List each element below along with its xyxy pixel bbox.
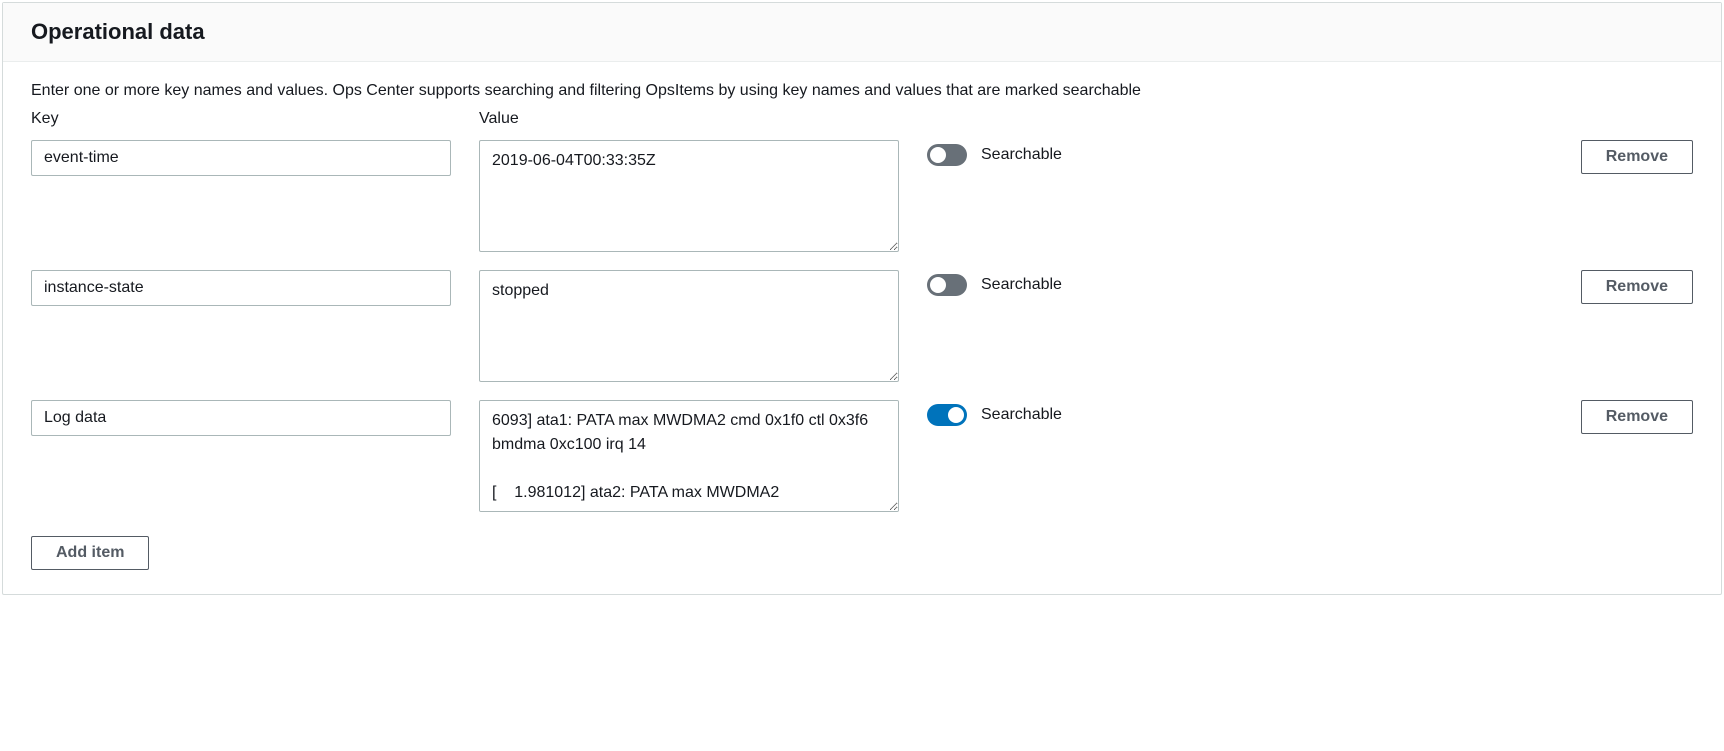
panel-description: Enter one or more key names and values. … xyxy=(31,82,1693,100)
searchable-toggle[interactable] xyxy=(927,404,967,426)
value-textarea[interactable] xyxy=(479,400,899,512)
add-item-button[interactable]: Add item xyxy=(31,536,149,570)
searchable-label: Searchable xyxy=(981,146,1062,164)
panel-body: Enter one or more key names and values. … xyxy=(3,62,1721,594)
searchable-label: Searchable xyxy=(981,276,1062,294)
remove-button[interactable]: Remove xyxy=(1581,400,1693,434)
panel-title: Operational data xyxy=(31,19,1693,45)
value-textarea[interactable] xyxy=(479,270,899,382)
searchable-toggle[interactable] xyxy=(927,144,967,166)
searchable-toggle-group: Searchable xyxy=(927,140,1227,166)
value-textarea[interactable] xyxy=(479,140,899,252)
data-row: Searchable Remove xyxy=(31,140,1693,252)
key-input[interactable] xyxy=(31,400,451,436)
remove-button[interactable]: Remove xyxy=(1581,270,1693,304)
toggle-knob xyxy=(930,147,946,163)
columns-header: Key Value xyxy=(31,110,1693,128)
panel-header: Operational data xyxy=(3,3,1721,62)
searchable-toggle[interactable] xyxy=(927,274,967,296)
data-row: Searchable Remove xyxy=(31,270,1693,382)
data-row: Searchable Remove xyxy=(31,400,1693,512)
searchable-toggle-group: Searchable xyxy=(927,400,1227,426)
key-input[interactable] xyxy=(31,270,451,306)
remove-button[interactable]: Remove xyxy=(1581,140,1693,174)
toggle-knob xyxy=(948,407,964,423)
operational-data-panel: Operational data Enter one or more key n… xyxy=(2,2,1722,595)
searchable-label: Searchable xyxy=(981,406,1062,424)
searchable-toggle-group: Searchable xyxy=(927,270,1227,296)
value-column-header: Value xyxy=(479,110,519,128)
toggle-knob xyxy=(930,277,946,293)
key-input[interactable] xyxy=(31,140,451,176)
key-column-header: Key xyxy=(31,110,451,128)
